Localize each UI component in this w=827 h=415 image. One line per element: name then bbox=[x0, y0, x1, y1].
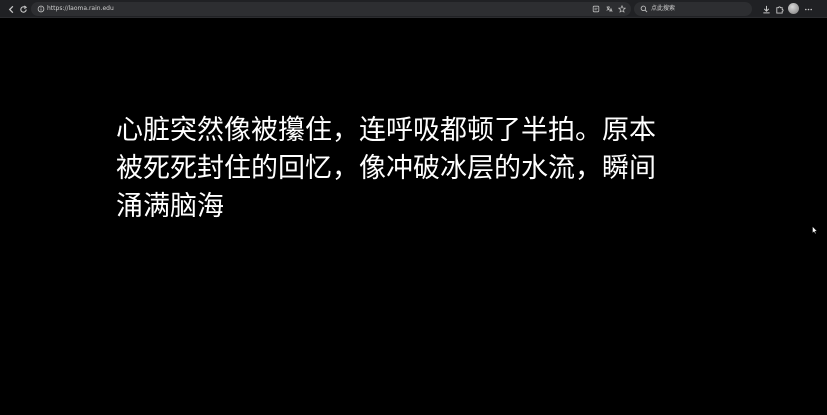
download-icon[interactable] bbox=[760, 3, 772, 15]
story-line: 心脏突然像被攥住，连呼吸都顿了半拍。原本 bbox=[116, 115, 656, 146]
story-text: 心脏突然像被攥住，连呼吸都顿了半拍。原本 被死死封住的回忆，像冲破冰层的水流，瞬… bbox=[116, 112, 716, 226]
back-arrow-icon[interactable] bbox=[5, 3, 17, 15]
star-icon[interactable] bbox=[617, 4, 627, 14]
extensions-icon[interactable] bbox=[773, 3, 785, 15]
search-box[interactable]: 点此搜索 bbox=[634, 2, 752, 16]
url-text[interactable]: https://laoma.rain.edu bbox=[47, 4, 114, 14]
search-icon bbox=[639, 4, 649, 14]
address-bar[interactable]: https://laoma.rain.edu bbox=[31, 2, 631, 16]
story-line: 被死死封住的回忆，像冲破冰层的水流，瞬间 bbox=[116, 153, 656, 184]
browser-toolbar: https://laoma.rain.edu 点此搜索 bbox=[0, 0, 827, 18]
story-line: 涌满脑海 bbox=[116, 191, 224, 222]
site-info-icon[interactable] bbox=[36, 4, 46, 14]
search-input[interactable]: 点此搜索 bbox=[651, 4, 675, 14]
mouse-cursor-icon bbox=[812, 219, 818, 235]
translate-icon[interactable] bbox=[604, 4, 614, 14]
reload-icon[interactable] bbox=[17, 3, 29, 15]
reader-mode-icon[interactable] bbox=[591, 4, 601, 14]
more-icon[interactable] bbox=[802, 3, 814, 15]
avatar[interactable] bbox=[788, 3, 799, 14]
